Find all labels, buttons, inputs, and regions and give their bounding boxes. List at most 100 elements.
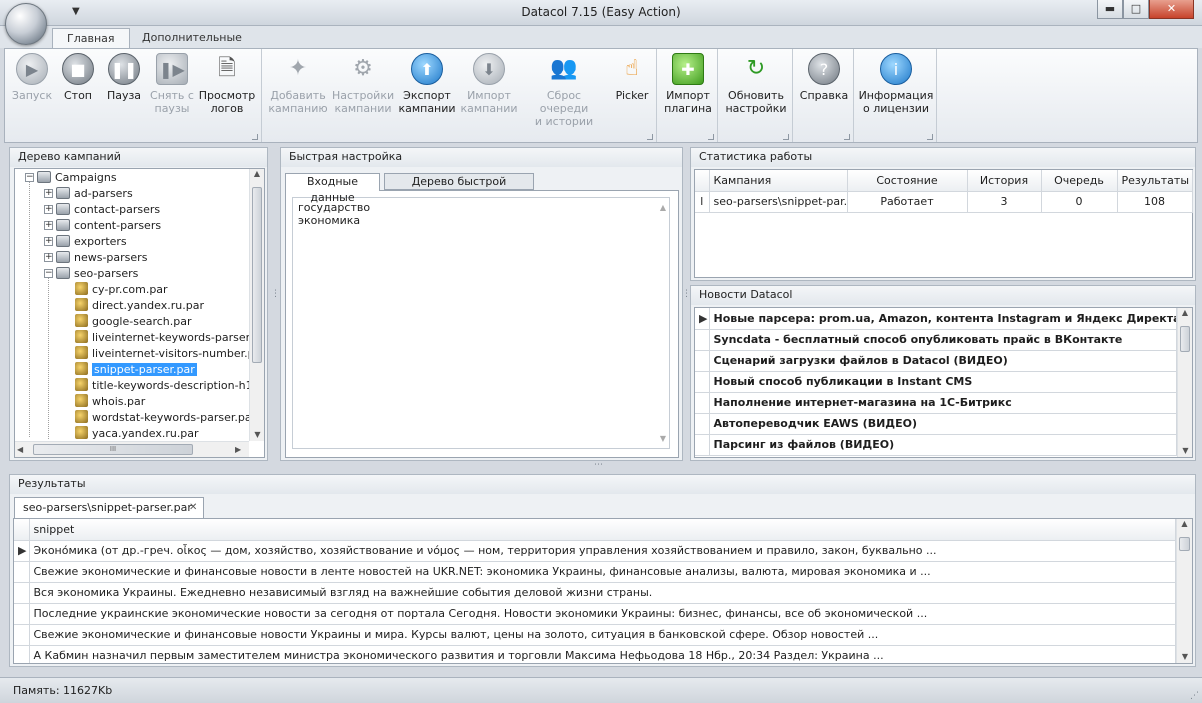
start-button[interactable]: ▶ Запуск — [9, 53, 55, 102]
scroll-down-icon[interactable]: ▼ — [660, 432, 666, 445]
news-item[interactable]: Наполнение интернет-магазина на 1С-Битри… — [695, 392, 1177, 414]
table-row[interactable]: Свежие экономические и финансовые новост… — [14, 624, 1176, 646]
scroll-up-icon[interactable]: ▲ — [660, 201, 666, 214]
input-data-textarea[interactable]: государство экономика ▲ ▼ — [292, 197, 670, 449]
campaign-settings-button[interactable]: ⚙ Настройки кампании — [332, 53, 394, 115]
scroll-down-icon[interactable]: ▼ — [1178, 446, 1192, 455]
campaign-tree[interactable]: − Campaigns + ad-parsers + contact-parse… — [14, 168, 265, 458]
scroll-up-icon[interactable]: ▲ — [1177, 519, 1192, 528]
update-settings-button[interactable]: ↻ Обновить настройки — [722, 53, 790, 115]
tree-horizontal-scrollbar[interactable]: ◀ III ▶ — [15, 441, 249, 457]
tree-file[interactable]: liveinternet-keywords-parser.par — [75, 330, 264, 346]
minimize-button[interactable]: ▬ — [1097, 0, 1123, 19]
scroll-down-icon[interactable]: ▼ — [1177, 652, 1192, 661]
tree-folder[interactable]: exporters — [56, 234, 127, 250]
splitter-handle[interactable]: ⋮ — [682, 290, 691, 299]
scroll-up-icon[interactable]: ▲ — [1178, 308, 1192, 317]
scroll-up-icon[interactable]: ▲ — [250, 169, 264, 178]
column-header-snippet[interactable]: snippet — [29, 519, 1176, 541]
export-campaign-button[interactable]: ⬆ Экспорт кампании — [398, 53, 456, 115]
tree-folder[interactable]: content-parsers — [56, 218, 161, 234]
table-row[interactable]: Последние украинские экономические новос… — [14, 603, 1176, 625]
tree-folder[interactable]: contact-parsers — [56, 202, 160, 218]
table-row[interactable]: I seo-parsers\snippet-par... Работает 3 … — [695, 191, 1193, 213]
scroll-left-icon[interactable]: ◀ — [17, 445, 23, 454]
tree-file[interactable]: whois.par — [75, 394, 145, 410]
expand-icon[interactable]: + — [44, 221, 53, 230]
import-campaign-button[interactable]: ⬇ Импорт кампании — [460, 53, 518, 115]
group-launcher-icon[interactable] — [844, 134, 850, 140]
resume-button[interactable]: ❚▶ Снять с паузы — [147, 53, 197, 115]
collapse-icon[interactable]: − — [25, 173, 34, 182]
expand-icon[interactable]: + — [44, 205, 53, 214]
quick-access-dropdown-icon[interactable]: ▼ — [72, 6, 80, 17]
picker-button[interactable]: ☝ Picker — [610, 53, 654, 102]
reset-queue-button[interactable]: 👥 Сброс очереди и истории — [522, 53, 606, 128]
resize-grip-icon[interactable]: ⋰ — [1190, 691, 1199, 701]
news-item[interactable]: Автопереводчик EAWS (ВИДЕО) — [695, 413, 1177, 435]
group-launcher-icon[interactable] — [927, 134, 933, 140]
news-item[interactable]: Syncdata - бесплатный способ опубликоват… — [695, 329, 1177, 351]
view-logs-button[interactable]: 🗎 Просмотр логов — [197, 53, 257, 115]
tab-input-data[interactable]: Входные данные — [285, 173, 380, 204]
table-row[interactable]: Вся экономика Украины. Ежедневно независ… — [14, 582, 1176, 604]
tree-file[interactable]: cy-pr.com.par — [75, 282, 168, 298]
scroll-thumb[interactable] — [1179, 537, 1190, 551]
expand-icon[interactable]: + — [44, 237, 53, 246]
group-launcher-icon[interactable] — [708, 134, 714, 140]
tree-file-selected[interactable]: snippet-parser.par — [75, 362, 197, 378]
scroll-down-icon[interactable]: ▼ — [250, 430, 264, 439]
tree-file[interactable]: google-search.par — [75, 314, 192, 330]
group-launcher-icon[interactable] — [647, 134, 653, 140]
tree-root[interactable]: Campaigns — [37, 170, 117, 186]
column-header-state[interactable]: Состояние — [847, 170, 968, 192]
tree-folder[interactable]: seo-parsers — [56, 266, 138, 282]
news-item[interactable]: ▶ Новые парсера: prom.ua, Amazon, контент… — [695, 308, 1177, 330]
scroll-right-icon[interactable]: ▶ — [235, 445, 241, 454]
close-tab-icon[interactable]: ✕ — [189, 498, 197, 518]
column-header-history[interactable]: История — [967, 170, 1042, 192]
tree-file[interactable]: direct.yandex.ru.par — [75, 298, 204, 314]
license-info-button[interactable]: i Информация о лицензии — [858, 53, 934, 115]
column-header-campaign[interactable]: Кампания — [709, 170, 848, 192]
results-tab[interactable]: seo-parsers\snippet-parser.par ✕ — [14, 497, 204, 518]
stop-button[interactable]: ■ Стоп — [55, 53, 101, 102]
scroll-thumb[interactable] — [252, 187, 262, 363]
import-plugin-button[interactable]: ✚ Импорт плагина — [661, 53, 715, 115]
tree-file[interactable]: liveinternet-visitors-number.par — [75, 346, 264, 362]
help-button[interactable]: ? Справка — [797, 53, 851, 102]
table-row[interactable]: ▶ Эконо́мика (от др.-греч. οἶκος — дом, х… — [14, 540, 1176, 562]
table-row[interactable]: А Кабмин назначил первым заместителем ми… — [14, 645, 1176, 663]
tab-quick-tree[interactable]: Дерево быстрой настройки — [384, 173, 534, 204]
close-button[interactable]: ✕ — [1149, 0, 1194, 19]
group-launcher-icon[interactable] — [783, 134, 789, 140]
collapse-icon[interactable]: − — [44, 269, 53, 278]
news-scrollbar[interactable]: ▲ ▼ — [1177, 308, 1192, 457]
news-item[interactable]: Парсинг из файлов (ВИДЕО) — [695, 434, 1177, 456]
tree-folder[interactable]: news-parsers — [56, 250, 147, 266]
scroll-thumb[interactable]: III — [33, 444, 193, 455]
expand-icon[interactable]: + — [44, 189, 53, 198]
tree-folder[interactable]: ad-parsers — [56, 186, 133, 202]
news-item[interactable]: Сценарий загрузки файлов в Datacol (ВИДЕ… — [695, 350, 1177, 372]
tree-file[interactable]: title-keywords-description-h1-h2 — [75, 378, 264, 394]
add-campaign-button[interactable]: ✦ Добавить кампанию — [268, 53, 328, 115]
column-header-queue[interactable]: Очередь — [1041, 170, 1118, 192]
tree-file[interactable]: wordstat-keywords-parser.par — [75, 410, 256, 426]
tree-file[interactable]: yaca.yandex.ru.par — [75, 426, 199, 442]
group-launcher-icon[interactable] — [252, 134, 258, 140]
scroll-thumb[interactable] — [1180, 326, 1190, 352]
tab-additional[interactable]: Дополнительные — [128, 28, 256, 49]
tree-vertical-scrollbar[interactable]: ▲ ▼ — [249, 169, 264, 441]
maximize-button[interactable]: □ — [1123, 0, 1149, 19]
expand-icon[interactable]: + — [44, 253, 53, 262]
news-item[interactable]: Новый способ публикации в Instant CMS — [695, 371, 1177, 393]
tab-main[interactable]: Главная — [52, 28, 130, 49]
results-scrollbar[interactable]: ▲ ▼ — [1176, 519, 1192, 663]
column-header-results[interactable]: Результаты — [1117, 170, 1193, 192]
splitter-handle[interactable]: ⋯ — [594, 461, 614, 470]
app-menu-button[interactable] — [5, 3, 47, 45]
pause-button[interactable]: ❚❚ Пауза — [101, 53, 147, 102]
table-row[interactable]: Свежие экономические и финансовые новост… — [14, 561, 1176, 583]
splitter-handle[interactable]: ⋮ — [271, 290, 280, 299]
